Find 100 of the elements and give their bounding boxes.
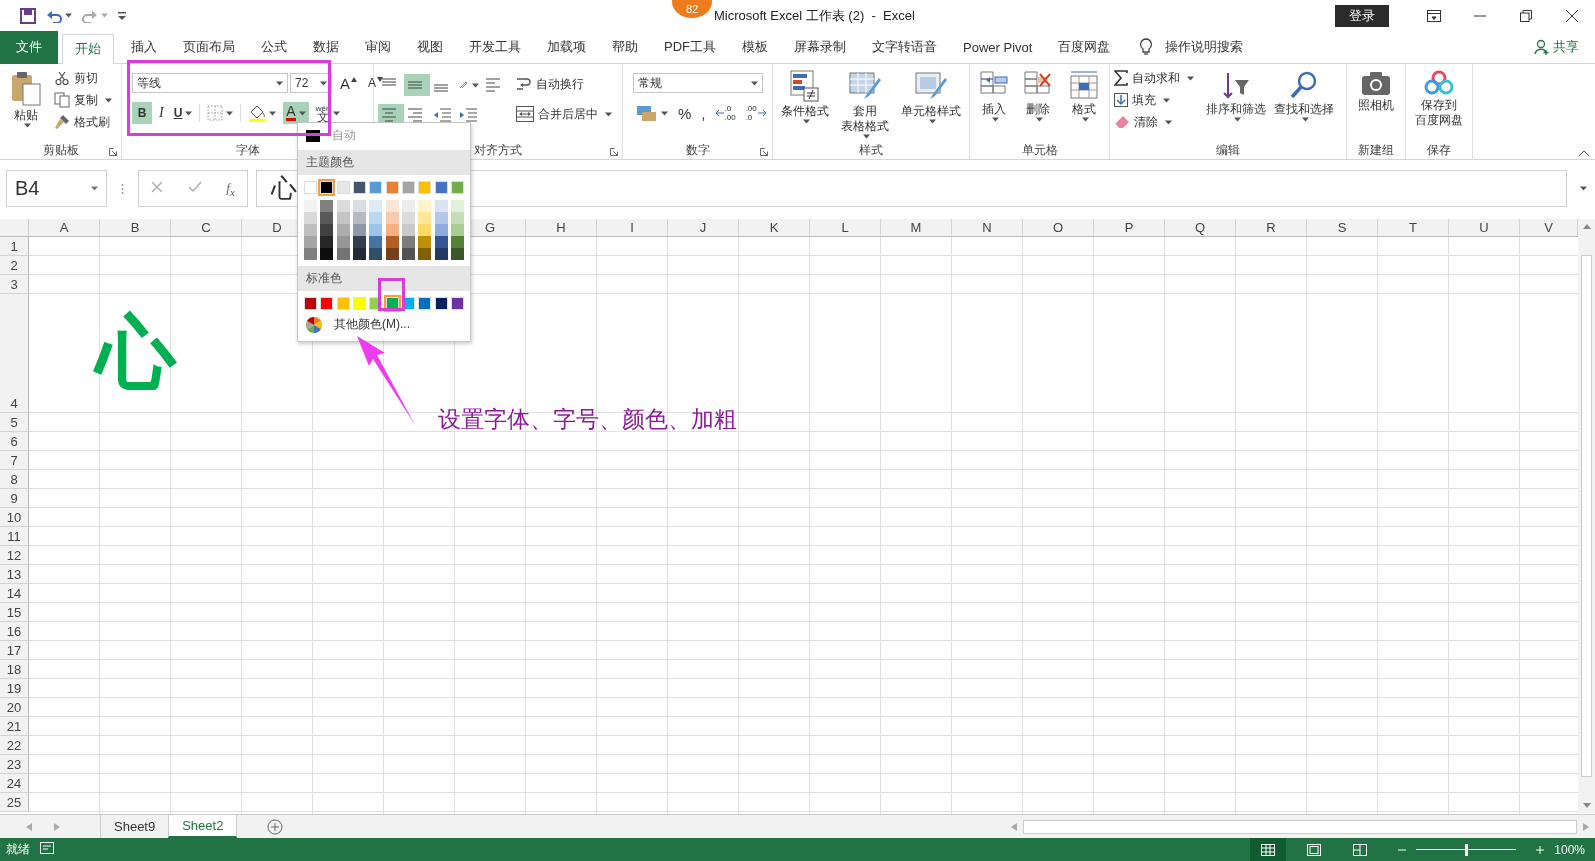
shade-swatch[interactable] [450,236,464,248]
row-header[interactable]: 24 [0,774,29,793]
cells-button[interactable]: 格式 [1066,68,1101,124]
shade-swatch[interactable] [320,224,334,236]
zoom-in-button[interactable] [1536,845,1545,854]
row-header[interactable]: 13 [0,565,29,584]
shade-swatch[interactable] [304,200,317,212]
color-swatch[interactable] [336,181,350,194]
paste-button[interactable]: 粘贴 [8,68,44,130]
ribbon-tab[interactable]: 数据 [300,30,352,64]
color-swatch[interactable] [418,297,432,310]
shade-swatch[interactable] [353,248,366,260]
color-swatch[interactable] [320,181,334,194]
shade-swatch[interactable] [304,248,317,260]
column-header[interactable]: B [100,219,171,236]
color-swatch[interactable] [401,181,415,194]
vertical-scrollbar[interactable] [1578,219,1595,813]
shade-swatch[interactable] [385,212,399,224]
ribbon-tab[interactable]: 开发工具 [456,30,534,64]
color-swatch[interactable] [434,297,448,310]
sign-in-button[interactable]: 登录 [1335,4,1389,27]
color-swatch[interactable] [450,297,464,310]
zoom-slider-thumb[interactable] [1465,843,1469,856]
tell-me-search[interactable]: 操作说明搜索 [1139,38,1244,56]
shade-swatch[interactable] [320,248,334,260]
column-header[interactable]: K [739,219,810,236]
style-button[interactable]: 条件格式 [779,68,831,126]
ribbon-tab[interactable]: 审阅 [352,30,404,64]
column-header[interactable]: C [171,219,242,236]
shade-swatch[interactable] [369,224,383,236]
column-header[interactable]: J [668,219,739,236]
shade-swatch[interactable] [320,236,334,248]
shade-swatch[interactable] [418,200,432,212]
ribbon-tab[interactable]: Power Pivot [950,30,1046,64]
editing-button[interactable]: 查找和选择 [1272,68,1336,124]
ribbon-tab[interactable]: 视图 [404,30,456,64]
shade-swatch[interactable] [450,248,464,260]
shade-swatch[interactable] [434,248,448,260]
color-swatch[interactable] [353,297,366,310]
row-header[interactable]: 11 [0,527,29,546]
shade-swatch[interactable] [434,224,448,236]
color-swatch[interactable] [304,181,317,194]
style-button[interactable]: 单元格样式 [899,68,963,126]
row-header[interactable]: 10 [0,508,29,527]
row-header[interactable]: 14 [0,584,29,603]
row-header[interactable]: 22 [0,736,29,755]
font-color-button[interactable]: A [283,102,309,124]
wrap-text-button[interactable]: 自动换行 [516,74,612,94]
more-colors-item[interactable]: 其他颜色(M)... [298,310,470,337]
color-swatch[interactable] [385,181,399,194]
row-header[interactable]: 23 [0,755,29,774]
shade-swatch[interactable] [418,236,432,248]
shade-swatch[interactable] [336,224,350,236]
share-button[interactable]: 共享 [1534,38,1579,56]
shade-swatch[interactable] [369,236,383,248]
name-box[interactable]: B4 [6,170,107,207]
style-button[interactable]: 套用 表格格式 [839,68,891,141]
zoom-level[interactable]: 100% [1554,842,1585,857]
shade-swatch[interactable] [418,224,432,236]
row-header[interactable]: 9 [0,489,29,508]
color-swatch[interactable] [304,297,317,310]
color-swatch[interactable] [320,297,334,310]
shade-swatch[interactable] [336,236,350,248]
column-header[interactable]: H [526,219,597,236]
shade-swatch[interactable] [336,212,350,224]
ribbon-tab[interactable]: 屏幕录制 [781,30,859,64]
shade-swatch[interactable] [353,200,366,212]
ribbon-tab[interactable]: 模板 [729,30,781,64]
save-button[interactable] [20,7,36,24]
percent-button[interactable]: % [675,102,695,124]
shade-swatch[interactable] [336,248,350,260]
row-header[interactable]: 15 [0,603,29,622]
shade-swatch[interactable] [369,248,383,260]
row-header[interactable]: 20 [0,698,29,717]
ribbon-tab[interactable]: 百度网盘 [1045,30,1124,64]
column-header[interactable]: A [29,219,100,236]
shade-swatch[interactable] [385,236,399,248]
row-header[interactable]: 2 [0,256,29,275]
font-name-field[interactable]: 等线 [132,73,288,93]
column-header[interactable]: O [1023,219,1094,236]
shade-swatch[interactable] [304,212,317,224]
row-header[interactable]: 7 [0,451,29,470]
row-header[interactable]: 5 [0,413,29,432]
row-header[interactable]: 12 [0,546,29,565]
ribbon-tab[interactable]: 页面布局 [170,30,248,64]
column-header[interactable]: L [810,219,881,236]
row-header[interactable]: 3 [0,275,29,294]
shade-swatch[interactable] [320,200,334,212]
shade-swatch[interactable] [418,248,432,260]
shade-swatch[interactable] [353,212,366,224]
ribbon-tab[interactable]: 文字转语音 [859,30,950,64]
italic-button[interactable]: I [156,102,167,124]
column-header[interactable]: N [952,219,1023,236]
shade-swatch[interactable] [401,248,415,260]
row-header[interactable]: 19 [0,679,29,698]
color-swatch[interactable] [418,181,432,194]
view-button[interactable] [1250,838,1287,861]
shade-swatch[interactable] [336,200,350,212]
undo-button[interactable] [46,8,72,23]
shade-swatch[interactable] [353,236,366,248]
